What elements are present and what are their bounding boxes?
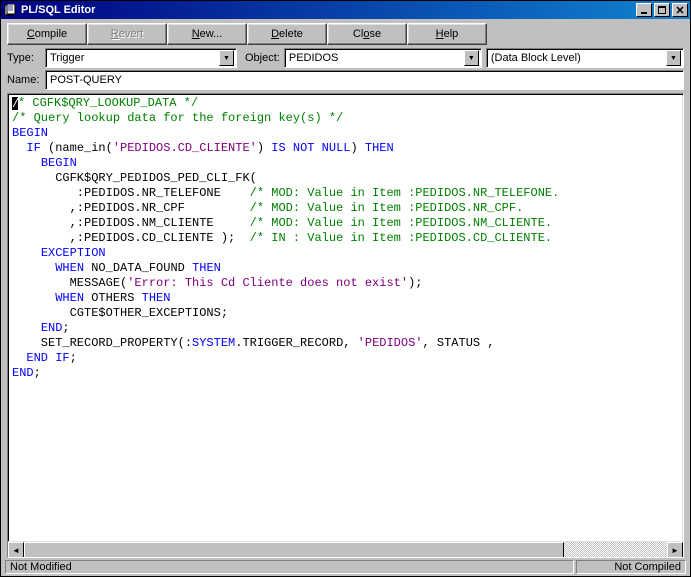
revert-button: Revert	[87, 23, 167, 45]
dropdown-arrow-icon: ▼	[219, 50, 234, 66]
plsql-editor-window: PL/SQL Editor Compile Revert New... Dele…	[0, 0, 691, 577]
dropdown-arrow-icon: ▼	[666, 50, 681, 66]
object-label: Object:	[245, 52, 280, 64]
maximize-button[interactable]	[654, 3, 670, 17]
name-value: POST-QUERY	[50, 74, 122, 86]
row-type-object: Type: Trigger ▼ Object: PEDIDOS ▼ (Data …	[1, 47, 690, 69]
code-editor[interactable]: /* CGFK$QRY_LOOKUP_DATA */ /* Query look…	[8, 94, 683, 541]
close-button[interactable]	[672, 3, 688, 17]
level-value: (Data Block Level)	[491, 52, 581, 64]
toolbar: Compile Revert New... Delete Close Help	[1, 19, 690, 47]
minimize-button[interactable]	[636, 3, 652, 17]
scroll-thumb[interactable]	[24, 542, 564, 558]
object-value: PEDIDOS	[289, 52, 339, 64]
editor-container: /* CGFK$QRY_LOOKUP_DATA */ /* Query look…	[7, 93, 684, 558]
name-label: Name:	[7, 74, 41, 86]
type-label: Type:	[7, 52, 41, 64]
compile-button[interactable]: Compile	[7, 23, 87, 45]
statusbar: Not Modified Not Compiled	[1, 558, 690, 576]
new-button[interactable]: New...	[167, 23, 247, 45]
name-field[interactable]: POST-QUERY	[45, 70, 684, 90]
titlebar-text: PL/SQL Editor	[21, 4, 634, 16]
scroll-right-button[interactable]: ►	[667, 542, 683, 558]
delete-button[interactable]: Delete	[247, 23, 327, 45]
close-editor-button[interactable]: Close	[327, 23, 407, 45]
scroll-left-button[interactable]: ◄	[8, 542, 24, 558]
type-dropdown[interactable]: Trigger ▼	[45, 48, 237, 68]
level-dropdown[interactable]: (Data Block Level) ▼	[486, 48, 684, 68]
help-button[interactable]: Help	[407, 23, 487, 45]
scroll-track[interactable]	[24, 542, 667, 557]
row-name: Name: POST-QUERY	[1, 69, 690, 91]
dropdown-arrow-icon: ▼	[464, 50, 479, 66]
status-compiled: Not Compiled	[576, 560, 686, 574]
titlebar: PL/SQL Editor	[1, 1, 690, 19]
horizontal-scrollbar[interactable]: ◄ ►	[8, 541, 683, 557]
type-value: Trigger	[50, 52, 84, 64]
object-dropdown[interactable]: PEDIDOS ▼	[284, 48, 482, 68]
app-icon	[3, 3, 17, 17]
status-modified: Not Modified	[5, 560, 574, 574]
